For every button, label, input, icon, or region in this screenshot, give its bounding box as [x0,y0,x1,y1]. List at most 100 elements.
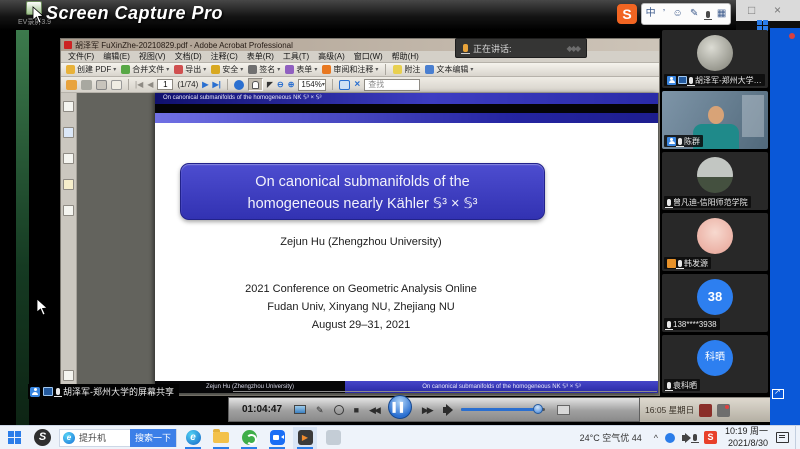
weather-widget[interactable]: 24°C 空气优 44 [580,431,642,444]
menu-advanced[interactable]: 高级(A) [318,51,345,62]
forms-button[interactable]: 表单▾ [285,64,317,75]
mic-icon [689,77,693,84]
taskbar-meeting-icon[interactable] [265,427,289,449]
taskbar-clock[interactable]: 10:19 周一 2021/8/30 [725,426,768,449]
mic-icon [678,260,682,267]
comments-panel-icon[interactable] [63,370,74,381]
create-pdf-button[interactable]: 创建 PDF▾ [66,64,116,75]
menu-forms[interactable]: 表单(R) [247,51,274,62]
first-page-button[interactable]: |◀ [135,80,143,89]
save-icon[interactable] [96,80,107,90]
repeat-icon[interactable] [334,405,344,415]
participant-tile-phone[interactable]: 38 138****3938 [662,274,768,332]
select-tool-button[interactable]: ◤ [267,80,273,89]
sign-button[interactable]: 签名▾ [248,64,280,75]
video-background [742,95,764,137]
review-comment-button[interactable]: 审阅和注释▾ [322,64,378,75]
rewind-button[interactable]: ◀◀ [369,405,379,415]
pause-button[interactable]: ▌▌ [388,395,412,419]
export-button[interactable]: 导出▾ [174,64,206,75]
person-icon [667,137,676,146]
sogou-tray-icon[interactable]: S [704,431,717,444]
maximize-button[interactable]: □ [748,3,755,17]
tray-app-icon[interactable] [665,433,675,443]
pages-panel-icon[interactable] [63,101,74,112]
open-folder-icon[interactable] [66,80,77,90]
bookmarks-panel-icon[interactable] [63,127,74,138]
participant-tile-chenqun[interactable]: 陈群 [662,91,768,149]
layers-panel-icon[interactable] [63,179,74,190]
participant-tile-zengfandi[interactable]: 曾凡迪-信阳师范学院 [662,152,768,210]
participant-tile-yuankeshai[interactable]: 科晒 袁科晒 [662,335,768,393]
taskbar-search-box[interactable]: e 搜索一下 [59,429,177,447]
speaking-indicator: 正在讲话: ◆◆◆ [455,38,587,58]
last-page-button[interactable]: ▶| [212,80,220,89]
playlist-icon[interactable] [557,405,570,415]
ime-mic-icon[interactable] [706,11,710,18]
stop-button[interactable]: ■ [354,405,359,415]
fast-forward-button[interactable]: ▶▶ [422,405,432,415]
search-input[interactable] [75,433,130,443]
show-desktop-button[interactable] [795,426,800,449]
ime-mode-icon[interactable]: 中 [646,4,656,24]
volume-knob[interactable] [533,404,543,414]
sogou-ime-logo-icon[interactable]: S [617,4,637,24]
capture-icon[interactable]: ✎ [316,405,324,415]
previous-view-icon[interactable] [234,80,244,90]
zoom-out-button[interactable]: ⊖ [277,80,284,89]
ime-emoji-icon[interactable]: ☺ [672,4,682,24]
zoom-in-button[interactable]: ⊕ [288,80,295,89]
zoom-level-select[interactable]: 154%▾ [298,79,326,91]
menu-help[interactable]: 帮助(H) [392,51,419,62]
taskbar-browser-icon[interactable] [237,427,261,449]
speaker-icon[interactable] [443,407,447,413]
avatar: 科晒 [697,340,733,376]
ime-punctuation-icon[interactable]: ’ [663,4,665,24]
next-page-button[interactable]: ▶ [202,80,208,89]
action-center-icon[interactable] [776,432,789,443]
participant-tile-huzejun[interactable]: 胡泽军-郑州大学的屏... [662,30,768,88]
text-edits-button[interactable]: 文本编辑▾ [425,64,473,75]
prev-page-button[interactable]: ◀ [147,80,153,89]
page-count-label: (1/74) [177,80,198,89]
ime-pen-icon[interactable]: ✎ [690,4,698,24]
create-pdf-icon [66,65,75,74]
start-button[interactable] [8,431,22,445]
taskbar-pinned-icon[interactable] [321,427,345,449]
menu-view[interactable]: 视图(V) [139,51,166,62]
volume-tray-icon[interactable] [682,435,686,441]
fullscreen-icon[interactable]: × [354,79,360,90]
secure-button[interactable]: 安全▾ [211,64,243,75]
volume-slider[interactable] [461,408,545,411]
snapshot-icon[interactable] [294,405,306,414]
search-button[interactable]: 搜索一下 [130,429,176,447]
menu-document[interactable]: 文档(D) [175,51,202,62]
participant-tile-hanfayuan[interactable]: 韩发源 [662,213,768,271]
menu-file[interactable]: 文件(F) [68,51,94,62]
popout-icon[interactable] [772,389,784,399]
taskbar-edge-icon[interactable]: e [181,427,205,449]
attachments-panel-icon[interactable] [63,205,74,216]
sogou-taskbar-icon[interactable]: S [34,429,51,446]
participant-label: 138****3938 [664,318,720,330]
ime-keyboard-icon[interactable]: ▦ [717,4,726,24]
find-input[interactable] [364,79,420,91]
taskbar-explorer-icon[interactable] [209,427,233,449]
fit-width-icon[interactable] [339,80,350,90]
close-button[interactable]: × [774,3,781,17]
taskbar-player-icon[interactable]: ▶ [293,427,317,449]
print-icon[interactable] [81,80,92,90]
email-icon[interactable] [111,80,122,90]
mic-tray-icon[interactable] [693,434,697,441]
menu-window[interactable]: 窗口(W) [354,51,383,62]
sticky-note-button[interactable]: 附注 [393,64,420,75]
menu-tools[interactable]: 工具(T) [283,51,309,62]
tray-expand-icon[interactable]: ^ [654,433,658,443]
signatures-panel-icon[interactable] [63,153,74,164]
volume-fill [461,408,537,411]
menu-edit[interactable]: 编辑(E) [103,51,130,62]
menu-comments[interactable]: 注释(C) [211,51,238,62]
hand-tool-button[interactable] [248,78,263,91]
combine-files-button[interactable]: 合并文件▾ [121,64,169,75]
page-number-input[interactable] [157,79,173,90]
